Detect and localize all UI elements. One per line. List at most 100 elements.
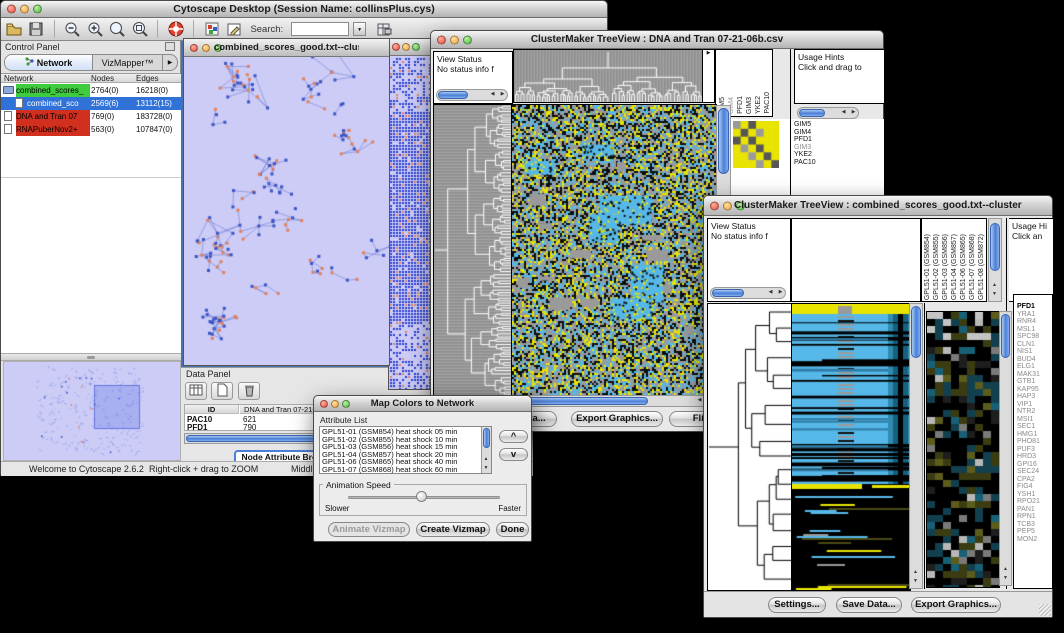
network-view-canvas[interactable]	[184, 57, 389, 365]
minimize-button[interactable]	[331, 400, 339, 408]
column-label[interactable]: GPL51-02 (GSM855)	[933, 234, 941, 300]
row-id[interactable]: PFD1	[187, 423, 207, 432]
scroll-up-icon[interactable]: ▲	[1001, 566, 1010, 574]
zoom-button[interactable]	[412, 43, 420, 51]
column-label[interactable]: GPL51-06 (GSM865)	[960, 234, 968, 300]
gene-label[interactable]: YKE2	[794, 151, 854, 159]
gene-label[interactable]: RPO21	[1017, 498, 1040, 506]
row-dendrogram[interactable]	[433, 104, 513, 396]
done-button[interactable]: Done	[496, 522, 529, 537]
close-button[interactable]	[710, 201, 719, 210]
tabs-overflow-button[interactable]: ▶	[162, 55, 177, 70]
gene-label[interactable]: TCB3	[1017, 521, 1040, 529]
gene-label[interactable]: YSH1	[1017, 491, 1040, 499]
gene-label[interactable]: MAK31	[1017, 371, 1040, 379]
column-label[interactable]: GPL51-04 (GSM857)	[951, 234, 959, 300]
gene-label[interactable]: RPN1	[1017, 513, 1040, 521]
float-panel-icon[interactable]	[165, 42, 175, 51]
gene-label[interactable]: PFD1	[794, 136, 854, 144]
close-button[interactable]	[320, 400, 328, 408]
main-titlebar[interactable]: Cytoscape Desktop (Session Name: collins…	[1, 1, 607, 18]
panel-splitter[interactable]	[1, 353, 181, 361]
close-button[interactable]	[190, 44, 198, 52]
gene-label[interactable]: HRD3	[1017, 453, 1040, 461]
row-value[interactable]: 790	[243, 423, 256, 432]
row-dendrogram[interactable]	[707, 303, 793, 591]
gene-label[interactable]: VIP1	[1017, 401, 1040, 409]
gene-label[interactable]: SEC1	[1017, 423, 1040, 431]
scroll-right-icon[interactable]: ▶	[707, 50, 711, 56]
treeview1-titlebar[interactable]: ClusterMaker TreeView : DNA and Tran 07-…	[431, 31, 883, 49]
scroll-up-icon[interactable]: ▲	[990, 282, 999, 290]
gene-label[interactable]: NIS1	[1017, 348, 1040, 356]
minimize-button[interactable]	[723, 201, 732, 210]
open-icon[interactable]	[5, 20, 23, 38]
export-graphics-button[interactable]: Export Graphics...	[911, 597, 1001, 613]
move-down-button[interactable]: v	[499, 448, 528, 461]
gene-label[interactable]: GIM3	[794, 144, 854, 152]
network-view-window[interactable]: combined_scores_good.txt--cluste...	[183, 38, 390, 366]
zoom-in-icon[interactable]	[86, 20, 104, 38]
network-view-window-2[interactable]	[388, 38, 433, 390]
attribute-vscrollbar[interactable]: ▲ ▼	[481, 427, 491, 473]
minimize-button[interactable]	[450, 35, 459, 44]
scroll-left-icon[interactable]: ◀	[839, 109, 848, 117]
gene-label[interactable]: MON2	[1017, 536, 1040, 544]
minimize-button[interactable]	[402, 43, 410, 51]
zoom-vscrollbar[interactable]: ▲ ▼	[999, 311, 1012, 586]
gene-label[interactable]: HAP3	[1017, 393, 1040, 401]
column-dendrogram-area[interactable]	[791, 218, 921, 302]
close-button[interactable]	[7, 5, 16, 14]
minimize-button[interactable]	[20, 5, 29, 14]
scroll-right-icon[interactable]: ▶	[849, 109, 858, 117]
gene-label[interactable]: FIG4	[1017, 483, 1040, 491]
tab-network[interactable]: Network	[5, 55, 93, 70]
column-label[interactable]: GPL51-07 (GSM868)	[969, 234, 977, 300]
correlation-mini-heatmap[interactable]	[733, 121, 779, 168]
vizmap-icon[interactable]	[203, 20, 221, 38]
scroll-up-icon[interactable]: ▲	[911, 569, 920, 577]
column-label[interactable]: PAC10	[764, 92, 771, 114]
column-label[interactable]: GPL51-03 (GSM856)	[942, 234, 950, 300]
network-row[interactable]: combined_scores_ 2764(0) 16218(0)	[1, 84, 181, 97]
export-graphics-button[interactable]: Export Graphics...	[571, 411, 663, 427]
column-dendrogram[interactable]	[513, 49, 703, 103]
scroll-down-icon[interactable]: ▼	[990, 291, 999, 299]
zoom-selected-icon[interactable]	[131, 20, 149, 38]
network-row[interactable]: DNA and Tran 07 769(0) 183728(0)	[1, 110, 181, 123]
gene-label[interactable]: PUF3	[1017, 446, 1040, 454]
gene-label[interactable]: PAN1	[1017, 506, 1040, 514]
gene-label[interactable]: MSL1	[1017, 326, 1040, 334]
gene-label[interactable]: GIM5	[794, 121, 854, 129]
edit-table-icon[interactable]	[375, 20, 393, 38]
zoom-fit-icon[interactable]	[108, 20, 126, 38]
scroll-up-icon[interactable]: ▲	[482, 456, 490, 464]
heatmap-main[interactable]	[511, 104, 717, 396]
treeview2-titlebar[interactable]: ClusterMaker TreeView : combined_scores_…	[704, 196, 1052, 216]
column-tree-scrollbar[interactable]: ▶	[702, 49, 715, 103]
gene-label[interactable]: NTR2	[1017, 408, 1040, 416]
gene-label[interactable]: SEC24	[1017, 468, 1040, 476]
scroll-right-icon[interactable]: ▶	[498, 91, 507, 99]
minimize-button[interactable]	[202, 44, 210, 52]
create-vizmap-button[interactable]: Create Vizmap	[416, 522, 490, 537]
attribute-select-icon[interactable]	[185, 382, 207, 400]
gene-label[interactable]: YRA1	[1017, 311, 1040, 319]
col-header-network[interactable]: Network	[4, 74, 33, 83]
column-label[interactable]: PFD1	[737, 96, 745, 114]
scroll-down-icon[interactable]: ▼	[1001, 575, 1010, 583]
scroll-left-icon[interactable]: ◀	[488, 91, 497, 99]
animate-vizmap-button[interactable]: Animate Vizmap	[328, 522, 410, 537]
attribute-listbox[interactable]: GPL51-01 (GSM854) heat shock 05 minGPL51…	[319, 426, 492, 474]
dialog-titlebar[interactable]: Map Colors to Network	[314, 396, 531, 412]
gene-label[interactable]: BUD4	[1017, 356, 1040, 364]
resize-grip[interactable]	[1039, 604, 1051, 616]
close-button[interactable]	[392, 43, 400, 51]
heatmap-main[interactable]	[791, 303, 911, 591]
column-label[interactable]: YKE2	[755, 96, 763, 114]
gene-label[interactable]: MSI1	[1017, 416, 1040, 424]
column-label[interactable]: GPL51-08 (GSM872)	[978, 234, 986, 300]
gene-label[interactable]: KAP95	[1017, 386, 1040, 394]
gene-label[interactable]: RNR4	[1017, 318, 1040, 326]
save-data-button[interactable]: Save Data...	[836, 597, 902, 613]
